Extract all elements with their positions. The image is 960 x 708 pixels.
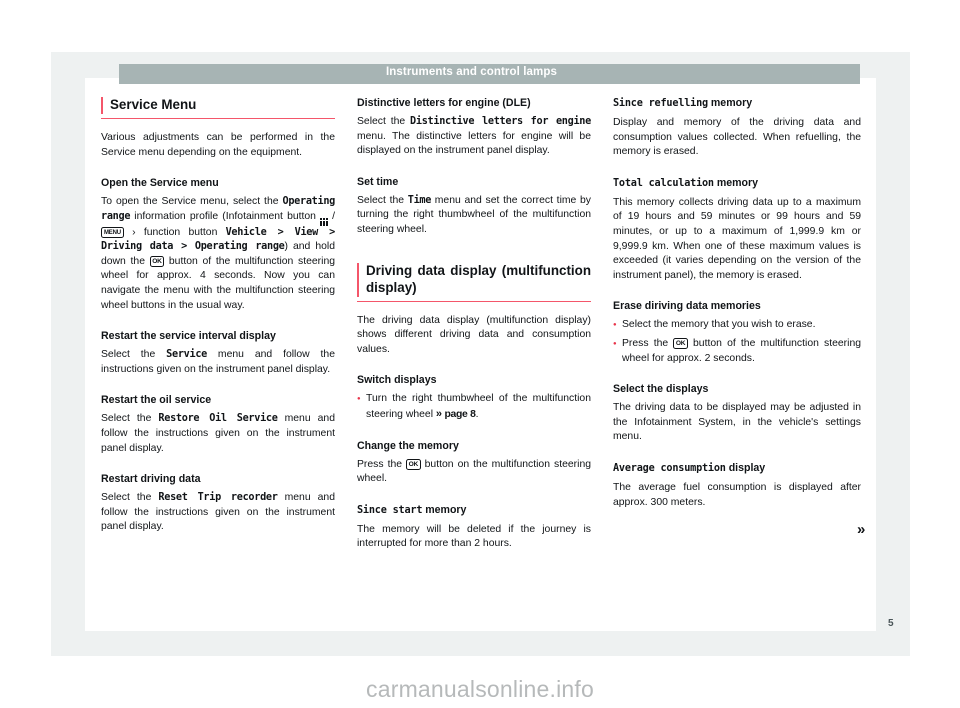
subheading-restart-service-interval: Restart the service interval display (101, 330, 276, 343)
change-memory-text: Press the OK button on the multifunction… (357, 458, 591, 487)
open-service-menu-text: To open the Service menu, select the Ope… (101, 195, 335, 313)
text-fragment: Press the (357, 458, 407, 470)
restart-service-interval-text: Select the Service menu and follow the i… (101, 348, 335, 377)
text-fragment: menu. The distinctive letters for engine… (357, 130, 591, 157)
subheading-select-the-displays: Select the displays (613, 383, 709, 396)
subheading-open-service-menu: Open the Service menu (101, 177, 219, 190)
subheading-total-calculation-memory: Total calculation memory (613, 176, 861, 191)
average-consumption-text: The average fuel consumption is displaye… (613, 481, 861, 508)
cross-reference-link[interactable]: » page 8 (436, 408, 476, 420)
text-fragment: Select the (101, 349, 167, 361)
text-fragment: Select the (357, 116, 411, 127)
text-fragment: Select the (357, 194, 408, 206)
list-item: Press the OK button of the multifunction… (613, 337, 861, 366)
subheading-distinctive-letters: Distinctive letters for engine (DLE) (357, 97, 531, 109)
service-menu-intro: Various adjustments can be performed in … (101, 132, 335, 158)
text-fragment: / (327, 210, 335, 222)
text-fragment: Select the (101, 413, 159, 425)
subheading-regular-part: memory (707, 97, 753, 109)
subheading-regular-part: memory (713, 176, 759, 189)
text-fragment: Press the (622, 337, 674, 349)
menu-name-restore-oil-service: Restore Oil Service (158, 413, 278, 425)
subheading-restart-driving-data: Restart driving data (101, 473, 201, 486)
ok-button-icon: OK (673, 338, 688, 350)
select-displays-text: The driving data to be displayed may be … (613, 402, 861, 443)
menu-button-icon: MENU (101, 227, 124, 239)
subheading-change-the-memory: Change the memory (357, 439, 459, 452)
text-fragment: Select the (101, 492, 159, 504)
subheading-mono-part: Average consumption (613, 462, 726, 474)
column-right: Since refuelling memory Display and memo… (613, 96, 861, 515)
continuation-arrow-icon: » (857, 521, 865, 538)
text-fragment: › function button (123, 226, 226, 238)
ok-button-icon: OK (149, 256, 165, 268)
section-heading-service-menu: Service Menu (101, 96, 335, 119)
menu-name-service: Service (166, 349, 207, 361)
list-item: Turn the right thumbwheel of the multifu… (357, 392, 591, 422)
chapter-title: Instruments and control lamps (386, 66, 557, 78)
column-middle: Distinctive letters for engine (DLE) Sel… (357, 96, 591, 557)
column-left: Service Menu Various adjustments can be … (101, 96, 335, 540)
restart-oil-service-text: Select the Restore Oil Service menu and … (101, 412, 335, 456)
subheading-restart-oil-service: Restart the oil service (101, 394, 212, 407)
erase-memories-list: Select the memory that you wish to erase… (613, 318, 861, 366)
total-calculation-memory-text: This memory collects driving data up to … (613, 196, 861, 281)
subheading-regular-part: memory (422, 503, 467, 516)
subheading-since-start-memory: Since start memory (357, 503, 591, 518)
subheading-mono-part: Since start (357, 504, 423, 516)
cross-reference-label: page 8 (444, 408, 476, 420)
menu-name-distinctive-letters: Distinctive letters for engine (410, 116, 591, 127)
driving-data-display-intro: The driving data display (multifunction … (357, 314, 591, 355)
text-fragment: . (475, 408, 479, 420)
subheading-erase-driving-data-memories: Erase diriving data memories (613, 300, 761, 313)
ok-button-icon: OK (406, 459, 421, 471)
since-refuelling-memory-text: Display and memory of the driving data a… (613, 117, 861, 158)
since-start-memory-text: The memory will be deleted if the journe… (357, 523, 591, 550)
subheading-set-time: Set time (357, 175, 399, 188)
text-fragment: information profile (Infotainment button (130, 210, 321, 222)
restart-driving-data-text: Select the Reset Trip recorder menu and … (101, 491, 335, 535)
switch-displays-list: Turn the right thumbwheel of the multifu… (357, 392, 591, 422)
page-number: 5 (888, 618, 894, 629)
menu-name-reset-trip-recorder: Reset Trip recorder (158, 492, 278, 504)
list-item: Select the memory that you wish to erase… (613, 318, 861, 333)
subheading-average-consumption-display: Average consumption display (613, 461, 861, 476)
text-fragment: To open the Service menu, select the (101, 196, 283, 208)
subheading-since-refuelling-memory: Since refuelling memory (613, 96, 861, 111)
subheading-mono-part: Since refuelling (613, 98, 708, 109)
text-fragment: Turn the right thumbwheel of the multifu… (366, 393, 591, 420)
menu-name-time: Time (407, 194, 432, 206)
subheading-regular-part: display (725, 461, 766, 474)
set-time-text: Select the Time menu and set the correct… (357, 194, 591, 238)
subheading-switch-displays: Switch displays (357, 374, 437, 387)
section-heading-driving-data-display: Driving data display (multifunction disp… (357, 262, 591, 302)
distinctive-letters-text: Select the Distinctive letters for engin… (357, 115, 591, 159)
subheading-mono-part: Total calculation (613, 177, 714, 189)
grid-icon (320, 217, 328, 226)
site-watermark: carmanualsonline.info (366, 676, 594, 702)
